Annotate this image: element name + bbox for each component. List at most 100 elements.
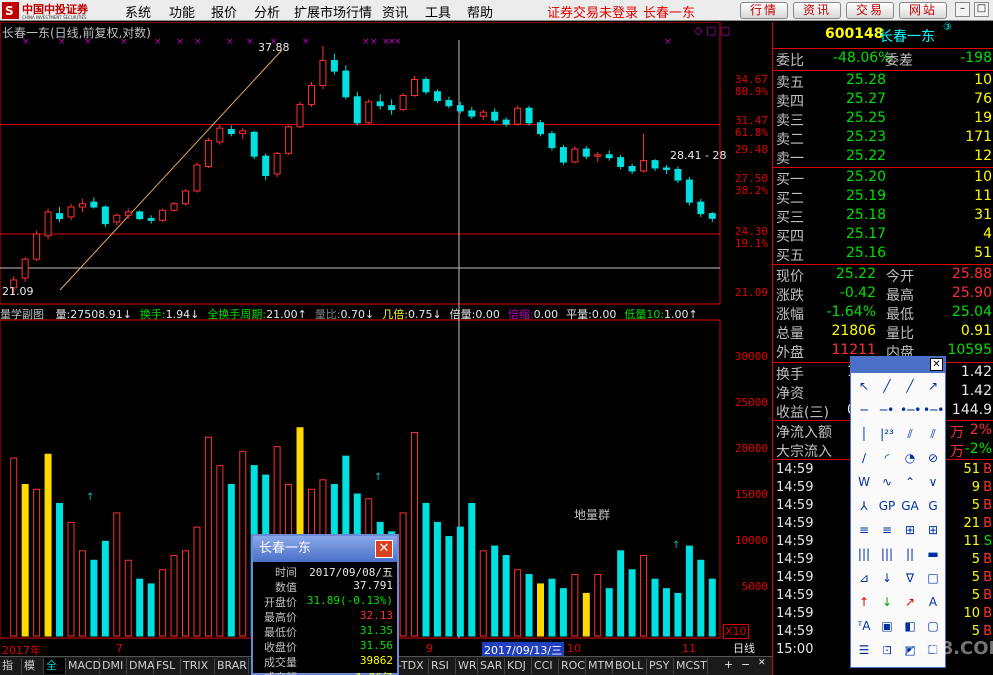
- candle-body: [90, 201, 98, 208]
- tab-指标[interactable]: 指标: [0, 658, 22, 674]
- draw-tool-icon[interactable]: ╱: [900, 377, 920, 395]
- bar-info-popup[interactable]: 长春一东 ✕ 时间 2017/09/08/五 数值 37.791 开盘价 31.89(-0…: [251, 534, 399, 675]
- tab-cci[interactable]: CCI: [532, 658, 559, 674]
- draw-tool-icon[interactable]: │: [854, 425, 874, 443]
- draw-tool-icon[interactable]: ↗: [923, 377, 943, 395]
- candle-body: [330, 60, 338, 72]
- draw-tool-icon[interactable]: ↑: [854, 593, 874, 611]
- draw-tool-icon[interactable]: |||: [877, 545, 897, 563]
- draw-tool-icon[interactable]: ⅄: [854, 497, 874, 515]
- draw-tool-icon[interactable]: •─•: [923, 401, 944, 419]
- tab-rsi[interactable]: RSI: [429, 658, 456, 674]
- tab-macd[interactable]: MACD: [66, 658, 101, 674]
- menu-news[interactable]: 资讯: [382, 2, 408, 21]
- indicator-item: 倍缩:0.00: [508, 308, 558, 321]
- tab-kdj[interactable]: KDJ: [505, 658, 532, 674]
- tab-sar[interactable]: SAR: [478, 658, 505, 674]
- draw-tool-icon[interactable]: •─•: [900, 401, 921, 419]
- draw-tool-icon[interactable]: |||: [854, 545, 874, 563]
- stock-name-alert: 长春一东: [643, 6, 696, 21]
- draw-tool-icon[interactable]: ↗: [900, 593, 920, 611]
- draw-tool-icon[interactable]: ⫽: [900, 425, 920, 443]
- drawing-toolbar-close-icon[interactable]: ✕: [930, 358, 943, 371]
- draw-tool-icon[interactable]: ≡: [877, 521, 897, 539]
- draw-tool-icon[interactable]: ↓: [877, 593, 897, 611]
- tab-wr[interactable]: WR: [456, 658, 478, 674]
- draw-tool-icon[interactable]: ᵀA: [854, 617, 874, 635]
- tab-dmi[interactable]: DMI: [100, 658, 127, 674]
- draw-tool-icon[interactable]: ▬: [923, 545, 943, 563]
- tab-mcst[interactable]: MCST: [674, 658, 708, 674]
- maximize-icon[interactable]: □: [974, 2, 989, 17]
- draw-tool-icon[interactable]: ⊞: [923, 521, 943, 539]
- menu-analysis[interactable]: 分析: [254, 2, 280, 21]
- draw-tool-icon[interactable]: ↖: [854, 377, 874, 395]
- tab-mtm[interactable]: MTM: [586, 658, 614, 674]
- draw-tool-icon[interactable]: ─•: [877, 401, 897, 419]
- draw-tool-icon[interactable]: ≡: [854, 521, 874, 539]
- tab-trix[interactable]: TRIX: [181, 658, 215, 674]
- quote-button[interactable]: 行情: [740, 2, 788, 19]
- candle-body: [21, 258, 29, 279]
- draw-tool-icon[interactable]: ─: [854, 401, 874, 419]
- trade-button[interactable]: 交易: [846, 2, 894, 19]
- cycle-label[interactable]: 日线: [733, 640, 755, 656]
- draw-tool-icon[interactable]: ⊞: [900, 521, 920, 539]
- draw-tool-icon[interactable]: ||: [900, 545, 920, 563]
- menu-quote[interactable]: 报价: [211, 2, 237, 21]
- menu-extended-market[interactable]: 扩展市场行情: [294, 2, 372, 21]
- draw-tool-icon[interactable]: ▢: [923, 617, 943, 635]
- draw-tool-icon[interactable]: ↓: [877, 569, 897, 587]
- candle-body: [376, 101, 384, 107]
- draw-tool-icon[interactable]: ∇: [900, 569, 920, 587]
- tab-模板[interactable]: 模板: [22, 658, 44, 674]
- draw-tool-icon[interactable]: ⊿: [854, 569, 874, 587]
- draw-tool-icon[interactable]: GA: [900, 497, 920, 515]
- website-button[interactable]: 网站: [899, 2, 947, 19]
- news-button[interactable]: 资讯: [793, 2, 841, 19]
- ask-row: 卖二 25.23 171: [776, 129, 992, 148]
- tab-roc[interactable]: ROC: [559, 658, 586, 674]
- draw-tool-icon[interactable]: ◧: [900, 617, 920, 635]
- zoom-in-icon[interactable]: +: [724, 658, 733, 671]
- menu-help[interactable]: 帮助: [467, 2, 493, 21]
- tab-全部[interactable]: 全部: [44, 658, 66, 674]
- candle-body: [514, 107, 522, 125]
- minimize-icon[interactable]: –: [955, 2, 970, 17]
- menu-tools[interactable]: 工具: [425, 2, 451, 21]
- bid-row: 买四 25.17 4: [776, 226, 992, 245]
- draw-tool-icon[interactable]: ∕: [854, 449, 874, 467]
- popup-close-icon[interactable]: ✕: [375, 540, 393, 558]
- draw-tool-icon[interactable]: A: [923, 593, 943, 611]
- draw-tool-icon[interactable]: ◔: [900, 449, 920, 467]
- draw-tool-icon[interactable]: W: [854, 473, 874, 491]
- tab-psy[interactable]: PSY: [647, 658, 674, 674]
- chart-toolbar-icons[interactable]: ◇ ▢ ▢: [694, 24, 730, 37]
- draw-tool-icon[interactable]: ∿: [877, 473, 897, 491]
- trade-login-alert[interactable]: 证券交易未登录: [547, 2, 638, 21]
- tab-boll[interactable]: BOLL: [613, 658, 647, 674]
- draw-tool-icon[interactable]: □: [923, 569, 943, 587]
- candle-body: [67, 206, 75, 218]
- draw-tool-icon[interactable]: ╱: [877, 377, 897, 395]
- draw-tool-icon[interactable]: ⫽: [923, 425, 943, 443]
- draw-tool-icon[interactable]: ∨: [923, 473, 943, 491]
- draw-tool-icon[interactable]: ▣: [877, 617, 897, 635]
- menu-function[interactable]: 功能: [169, 2, 195, 21]
- draw-tool-icon[interactable]: |²³: [877, 425, 897, 443]
- candle-body: [296, 103, 304, 128]
- draw-tool-icon[interactable]: ☰: [854, 641, 874, 659]
- draw-tool-icon[interactable]: ⌃: [900, 473, 920, 491]
- draw-tool-icon[interactable]: GP: [877, 497, 897, 515]
- tab-fsl[interactable]: FSL: [154, 658, 181, 674]
- menu-system[interactable]: 系统: [125, 2, 151, 21]
- draw-tool-icon[interactable]: ⊘: [923, 449, 943, 467]
- tab-brar[interactable]: BRAR: [215, 658, 249, 674]
- drawing-toolbar[interactable]: ✕ ↖ ╱ ╱ ↗ ─ ─• •─• •─• │ |²³ ⫽ ⫽ ∕ ◜ ◔ ⊘ W ∿ ⌃ ∨ ⅄ GP GA G ≡ ≡ ⊞ ⊞ |…: [850, 356, 946, 668]
- svg-text:S: S: [5, 4, 14, 18]
- collapse-icon[interactable]: ✕: [758, 658, 766, 668]
- tab-dma[interactable]: DMA: [127, 658, 155, 674]
- zoom-out-icon[interactable]: −: [741, 658, 750, 671]
- draw-tool-icon[interactable]: G: [923, 497, 943, 515]
- draw-tool-icon[interactable]: ◜: [877, 449, 897, 467]
